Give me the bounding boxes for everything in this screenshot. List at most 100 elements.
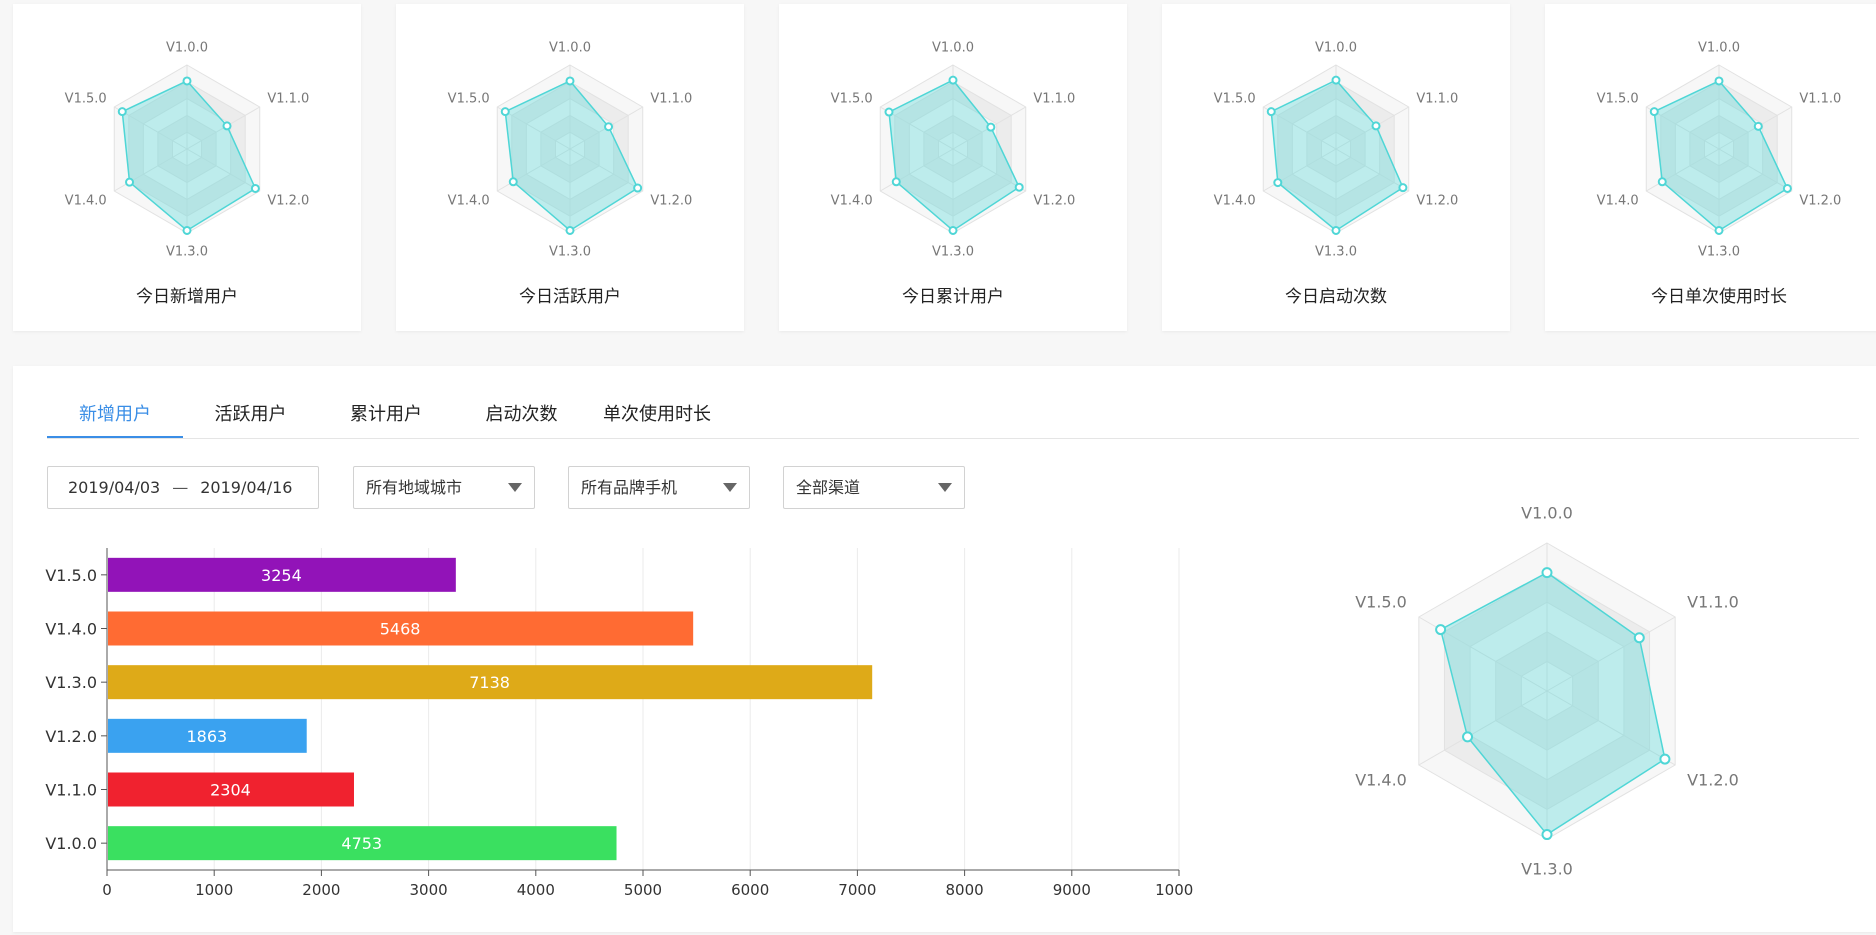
radar-point (1398, 183, 1408, 193)
radar-axis-label: V1.1.0 (1687, 593, 1739, 612)
radar-point (1331, 75, 1341, 85)
radar-axis-label: V1.2.0 (1033, 194, 1075, 209)
card-title: 今日单次使用时长 (1651, 287, 1787, 307)
radar-point (508, 177, 518, 187)
x-tick-label: 9000 (1053, 881, 1091, 899)
radar-point (1753, 121, 1763, 131)
radar-point (1782, 183, 1792, 193)
x-tick-label: 2000 (302, 881, 340, 899)
x-tick-label: 8000 (946, 881, 984, 899)
radar-chart-mini: V1.0.0 V1.1.0 V1.2.0 V1.3.0 V1.4.0 V1.5.0 (1214, 41, 1459, 260)
card-title: 今日累计用户 (902, 287, 1004, 307)
radar-axis-label: V1.5.0 (1597, 92, 1639, 107)
radar-point (1462, 731, 1474, 743)
radar-chart-mini: V1.0.0 V1.1.0 V1.2.0 V1.3.0 V1.4.0 V1.5.0 (65, 41, 310, 260)
radar-point (1541, 829, 1553, 841)
x-tick-label: 4000 (517, 881, 555, 899)
kpi-card-new-users[interactable]: V1.0.0 V1.1.0 V1.2.0 V1.3.0 V1.4.0 V1.5.0 今日新… (13, 4, 361, 331)
date-range-picker[interactable]: 2019/04/03 — 2019/04/16 (47, 466, 319, 509)
radar-point (604, 122, 614, 132)
kpi-card-session-duration[interactable]: V1.0.0 V1.1.0 V1.2.0 V1.3.0 V1.4.0 V1.5.0 今日单… (1545, 4, 1876, 331)
radar-axis-label: V1.3.0 (1521, 860, 1573, 879)
radar-point (1273, 178, 1283, 188)
radar-axis-label: V1.0.0 (1315, 41, 1357, 56)
radar-axis-label: V1.0.0 (1521, 504, 1573, 523)
caret-down-icon (938, 483, 952, 492)
y-tick-label: V1.4.0 (45, 620, 97, 639)
channel-select[interactable]: 全部渠道 (783, 466, 965, 509)
tab-launches[interactable]: 启动次数 (454, 394, 589, 436)
kpi-card-active-users[interactable]: V1.0.0 V1.1.0 V1.2.0 V1.3.0 V1.4.0 V1.5.0 今日活… (396, 4, 744, 331)
bar-value-label: 7138 (469, 673, 510, 692)
tab-total-users[interactable]: 累计用户 (318, 394, 454, 436)
x-tick-label: 1000 (195, 881, 233, 899)
caret-down-icon (723, 483, 737, 492)
y-tick-label: V1.1.0 (45, 781, 97, 800)
radar-axis-label: V1.2.0 (267, 194, 309, 209)
radar-axis-label: V1.5.0 (448, 92, 490, 107)
radar-point (250, 183, 260, 193)
radar-chart-mini: V1.0.0 V1.1.0 V1.2.0 V1.3.0 V1.4.0 V1.5.0 (448, 41, 693, 260)
tab-active-users[interactable]: 活跃用户 (183, 394, 318, 436)
radar-point (1014, 182, 1024, 192)
radar-point (1266, 107, 1276, 117)
x-tick-label: 7000 (838, 881, 876, 899)
radar-point (986, 122, 996, 132)
radar-point (1714, 225, 1724, 235)
kpi-card-total-users[interactable]: V1.0.0 V1.1.0 V1.2.0 V1.3.0 V1.4.0 V1.5.0 今日累… (779, 4, 1127, 331)
radar-axis-label: V1.4.0 (1214, 194, 1256, 209)
radar-point (565, 76, 575, 86)
brand-select-value: 所有品牌手机 (581, 478, 678, 497)
region-select-value: 所有地域城市 (366, 478, 463, 497)
radar-axis-label: V1.5.0 (1214, 92, 1256, 107)
radar-point (948, 225, 958, 235)
radar-point (222, 121, 232, 131)
radar-axis-label: V1.5.0 (1355, 593, 1407, 612)
radar-point (1659, 753, 1671, 765)
bar-value-label: 3254 (261, 566, 302, 585)
x-tick-label: 0 (102, 881, 112, 899)
date-start: 2019/04/03 (68, 478, 161, 497)
radar-point (884, 107, 894, 117)
x-tick-label: 6000 (731, 881, 769, 899)
date-end: 2019/04/16 (200, 478, 293, 497)
radar-point (1435, 624, 1447, 636)
radar-point (565, 225, 575, 235)
radar-axis-label: V1.5.0 (65, 92, 107, 107)
tab-session-duration[interactable]: 单次使用时长 (589, 394, 725, 436)
region-select[interactable]: 所有地域城市 (353, 466, 535, 509)
bar-value-label: 4753 (341, 834, 382, 853)
radar-axis-label: V1.3.0 (1315, 245, 1357, 260)
x-tick-label: 10000 (1155, 881, 1193, 899)
radar-axis-label: V1.4.0 (65, 194, 107, 209)
radar-axis-label: V1.3.0 (166, 245, 208, 260)
x-tick-label: 5000 (624, 881, 662, 899)
radar-axis-label: V1.1.0 (267, 92, 309, 107)
radar-axis-label: V1.1.0 (650, 92, 692, 107)
date-separator: — (172, 478, 189, 497)
radar-axis-label: V1.4.0 (1355, 771, 1407, 790)
kpi-card-launches[interactable]: V1.0.0 V1.1.0 V1.2.0 V1.3.0 V1.4.0 V1.5.0 今日启… (1162, 4, 1510, 331)
radar-point (182, 76, 192, 86)
radar-point (1331, 225, 1341, 235)
radar-axis-label: V1.2.0 (1687, 771, 1739, 790)
radar-point (948, 75, 958, 85)
card-title: 今日活跃用户 (519, 287, 621, 307)
card-title: 今日启动次数 (1285, 287, 1387, 307)
tab-new-users[interactable]: 新增用户 (47, 394, 183, 438)
bar-value-label: 2304 (210, 781, 251, 800)
y-tick-label: V1.2.0 (45, 727, 97, 746)
radar-point (633, 183, 643, 193)
y-tick-label: V1.3.0 (45, 673, 97, 692)
radar-point (1649, 107, 1659, 117)
radar-axis-label: V1.3.0 (549, 245, 591, 260)
radar-point (1657, 177, 1667, 187)
radar-axis-label: V1.2.0 (1799, 194, 1841, 209)
radar-axis-label: V1.2.0 (1416, 194, 1458, 209)
main-panel: 新增用户 活跃用户 累计用户 启动次数 单次使用时长 2019/04/03—20… (13, 366, 1876, 932)
brand-select[interactable]: 所有品牌手机 (568, 466, 750, 509)
radar-axis-label: V1.0.0 (932, 41, 974, 56)
radar-axis-label: V1.0.0 (1698, 41, 1740, 56)
radar-chart-mini: V1.0.0 V1.1.0 V1.2.0 V1.3.0 V1.4.0 V1.5.0 (831, 41, 1076, 260)
tab-bar: 新增用户 活跃用户 累计用户 启动次数 单次使用时长 (47, 394, 1859, 439)
